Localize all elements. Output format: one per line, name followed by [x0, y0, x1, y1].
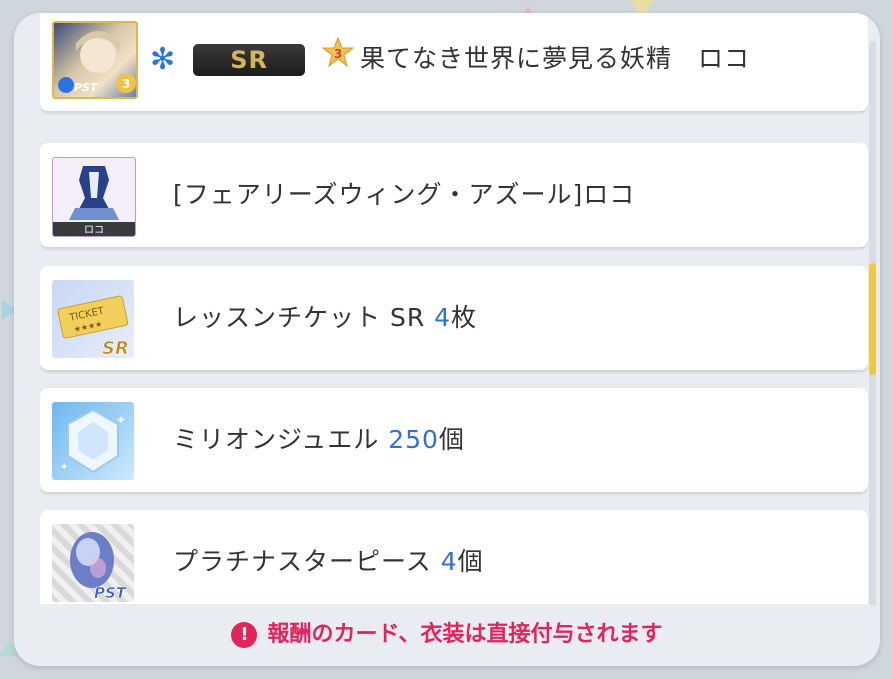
notice-text: 報酬のカード、衣装は直接付与されます	[267, 622, 663, 647]
costume-icon: ロコ	[53, 166, 135, 236]
svg-text:✦: ✦	[60, 462, 68, 473]
rarity-badge: SR	[193, 44, 306, 76]
jewel-label: ミリオンジュエル 250個	[173, 425, 465, 454]
jewel-icon: ✦ ✦	[60, 408, 126, 474]
reward-dialog: PST 3 ✻ SR 3 果てなき世界に夢見る妖精 ロコ ロコ [フェアリーズウ…	[14, 13, 880, 666]
card-title-line: ✻ SR 3 果てなき世界に夢見る妖精 ロコ	[150, 13, 750, 111]
svg-text:✦: ✦	[116, 413, 126, 427]
card-title: 果てなき世界に夢見る妖精 ロコ	[360, 44, 751, 73]
ticket-label: レッスンチケット SR 4枚	[173, 303, 478, 332]
svg-text:3: 3	[122, 77, 130, 91]
svg-text:PST: PST	[74, 81, 99, 94]
svg-text:ロコ: ロコ	[84, 225, 104, 236]
ticket-thumbnail[interactable]: TICKET ★★★★ SR	[52, 280, 134, 358]
jewel-thumbnail[interactable]: ✦ ✦	[52, 402, 134, 480]
reward-row-piece: PST プラチナスターピース 4個	[40, 510, 868, 604]
reward-row-ticket: TICKET ★★★★ SR レッスンチケット SR 4枚	[40, 266, 868, 370]
card-portrait-icon: PST 3	[58, 31, 136, 94]
piece-thumbnail[interactable]: PST	[52, 524, 134, 602]
svg-text:SR: SR	[102, 338, 129, 358]
ticket-count: 4	[434, 303, 452, 332]
svg-text:PST: PST	[94, 584, 128, 602]
scrollbar-thumb[interactable]	[869, 263, 876, 375]
star-3-icon: 3	[321, 13, 355, 112]
scrollbar[interactable]	[869, 41, 876, 606]
svg-text:3: 3	[334, 47, 343, 61]
snowflake-icon: ✻	[150, 42, 177, 77]
notice: ! 報酬のカード、衣装は直接付与されます	[14, 611, 880, 659]
costume-label: [フェアリーズウィング・アズール]ロコ	[173, 180, 636, 209]
reward-list[interactable]: PST 3 ✻ SR 3 果てなき世界に夢見る妖精 ロコ ロコ [フェアリーズウ…	[40, 13, 868, 604]
jewel-count: 250	[388, 425, 439, 454]
exclamation-icon: !	[231, 622, 258, 648]
card-thumbnail[interactable]: PST 3	[52, 21, 138, 99]
gem-icon: PST	[70, 532, 128, 602]
piece-label: プラチナスターピース 4個	[173, 547, 484, 576]
reward-row-costume: ロコ [フェアリーズウィング・アズール]ロコ	[40, 143, 868, 247]
reward-row-card: PST 3 ✻ SR 3 果てなき世界に夢見る妖精 ロコ	[40, 13, 868, 111]
piece-count: 4	[440, 547, 458, 576]
costume-thumbnail[interactable]: ロコ	[52, 157, 136, 237]
reward-row-jewel: ✦ ✦ ミリオンジュエル 250個	[40, 388, 868, 492]
ticket-icon: TICKET ★★★★ SR	[57, 295, 129, 358]
